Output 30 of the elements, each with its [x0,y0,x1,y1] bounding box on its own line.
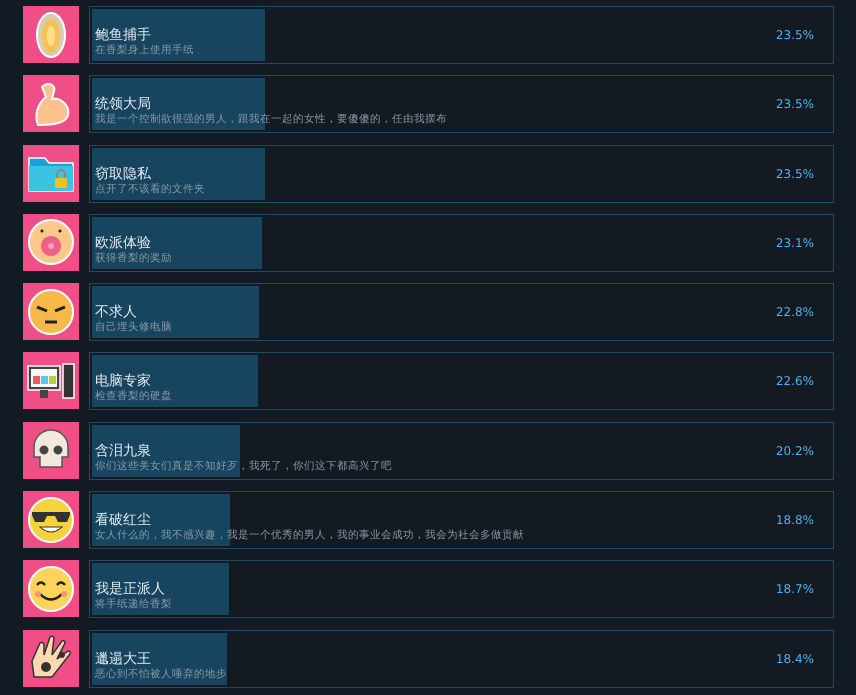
achievement-title: 电脑专家 [95,373,152,390]
unlock-percentage: 22.6% [776,374,815,388]
unlock-percentage: 18.4% [776,652,815,666]
unlock-percentage: 23.5% [776,97,815,112]
unlock-percentage: 20.2% [776,444,815,458]
achievement-title: 鲍鱼捕手 [95,27,152,44]
achievement-title: 含泪九泉 [95,442,152,460]
achievement-description: 将手纸递给香梨 [95,598,173,612]
unlock-percentage: 22.8% [776,305,815,320]
unlock-percentage: 23.5% [776,28,815,42]
achievement-title: 我是正派人 [95,581,166,598]
achievement-description: 我是一个控制欲很强的男人，跟我在一起的女性，要傻傻的，任由我摆布 [95,113,448,126]
unlock-percentage: 23.1% [776,236,815,250]
unlock-percentage: 18.7% [776,582,815,596]
achievement-description: 女人什么的，我不感兴趣，我是一个优秀的男人，我的事业会成功，我会为社会多做贡献 [95,529,525,542]
achievement-description: 检查香梨的硬盘 [95,390,173,404]
achievement-title: 不求人 [95,304,138,321]
achievement-description: 点开了不该看的文件夹 [95,182,206,196]
unlock-percentage: 18.8% [776,513,815,528]
achievement-title: 看破红尘 [95,512,152,530]
achievement-title: 邋遢大王 [95,650,152,668]
achievement-title: 窃取隐私 [95,166,152,183]
achievement-description: 获得香梨的奖励 [95,252,173,265]
achievement-title: 欧派体验 [95,234,152,252]
achievement-description: 你们这些美女们真是不知好歹，我死了，你们这下都高兴了吧 [95,460,393,473]
achievement-title: 统领大局 [95,96,152,113]
achievement-description: 自己埋头修电脑 [95,321,173,334]
achievement-description: 恶心到不怕被人唾弃的地步 [95,668,228,681]
achievement-description: 在香梨身上使用手纸 [95,44,195,57]
unlock-percentage: 23.5% [776,166,815,181]
